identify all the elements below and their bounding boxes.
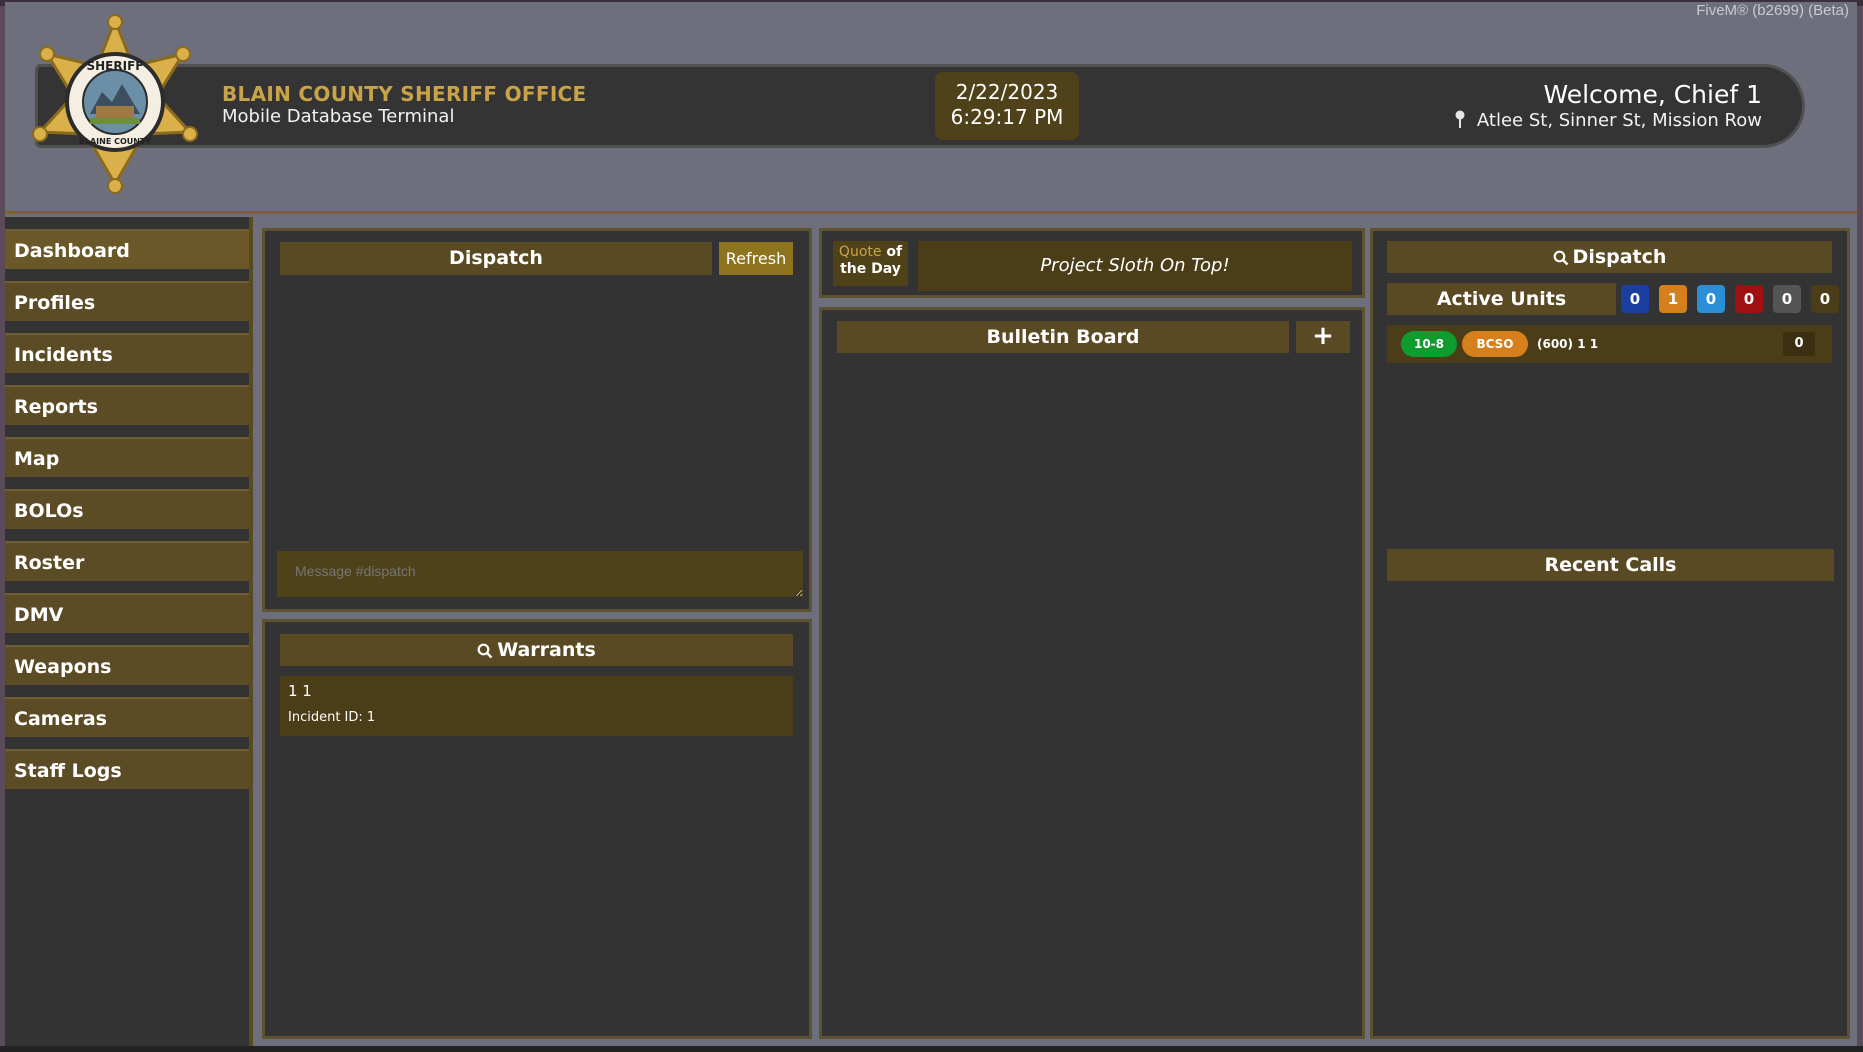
warrant-name: 1 1: [288, 682, 312, 700]
quote-label-quote: Quote: [838, 244, 882, 260]
quote-text: Project Sloth On Top!: [918, 241, 1352, 291]
refresh-button[interactable]: Refresh: [719, 242, 793, 275]
sidebar-item-staff-logs[interactable]: Staff Logs: [5, 749, 249, 789]
sidebar-item-dashboard[interactable]: Dashboard: [5, 229, 249, 269]
dispatch-title: Dispatch: [280, 242, 712, 275]
mdt-window: FiveM® (b2699) (Beta) SHERIFF BLAINE COU…: [5, 2, 1857, 1046]
sidebar-item-bolos[interactable]: BOLOs: [5, 489, 249, 529]
add-bulletin-button[interactable]: +: [1296, 321, 1350, 353]
warrants-panel: Warrants 1 1 Incident ID: 1: [262, 619, 812, 1039]
unit-count-badge: 0: [1697, 285, 1725, 313]
unit-call-count: 0: [1783, 332, 1815, 356]
unit-count-badge: 1: [1659, 285, 1687, 313]
sidebar-item-reports[interactable]: Reports: [5, 385, 249, 425]
dispatch-message-input[interactable]: [277, 551, 803, 597]
unit-count-badge: 0: [1811, 285, 1839, 313]
badge-top-text: SHERIFF: [87, 59, 144, 73]
location-text: Atlee St, Sinner St, Mission Row: [1476, 110, 1762, 131]
unit-count-badge: 0: [1621, 285, 1649, 313]
recent-calls-title: Recent Calls: [1387, 549, 1834, 581]
units-dispatch-title: Dispatch: [1387, 241, 1832, 273]
search-icon: [1553, 250, 1568, 265]
org-name: BLAIN COUNTY SHERIFF OFFICE: [222, 82, 587, 106]
sheriff-badge-logo: SHERIFF BLAINE COUNTY: [32, 14, 198, 194]
active-unit-row[interactable]: 10-8 BCSO (600) 1 1 0: [1387, 325, 1832, 363]
welcome-text: Welcome, Chief 1: [1543, 80, 1762, 109]
search-icon: [477, 643, 493, 658]
fivem-build-tag: FiveM® (b2699) (Beta): [1696, 2, 1849, 19]
quote-label-day: the Day: [840, 261, 901, 277]
quote-label-of: of: [886, 244, 903, 260]
quote-label: Quote of the Day: [833, 241, 908, 286]
current-date: 2/22/2023: [955, 80, 1059, 104]
dispatch-panel: Dispatch Refresh: [262, 228, 812, 612]
sidebar-item-profiles[interactable]: Profiles: [5, 281, 249, 321]
sidebar-item-weapons[interactable]: Weapons: [5, 645, 249, 685]
quote-panel: Quote of the Day Project Sloth On Top!: [819, 228, 1365, 298]
bulletin-board-title: Bulletin Board: [837, 321, 1289, 353]
units-dispatch-panel: Dispatch Active Units 0 1 0 0 0 0 10-8 B…: [1370, 228, 1850, 1039]
unit-name: (600) 1 1: [1537, 337, 1599, 351]
current-time: 6:29:17 PM: [950, 105, 1064, 129]
sidebar-item-cameras[interactable]: Cameras: [5, 697, 249, 737]
location-display: Atlee St, Sinner St, Mission Row: [1454, 110, 1762, 131]
location-pin-icon: [1454, 110, 1471, 131]
header-divider: [5, 211, 1857, 214]
unit-count-badge: 0: [1735, 285, 1763, 313]
sidebar-item-incidents[interactable]: Incidents: [5, 333, 249, 373]
badge-bottom-text: BLAINE COUNTY: [79, 137, 152, 146]
warrants-title: Warrants: [280, 634, 793, 666]
active-units-title: Active Units: [1387, 283, 1616, 315]
unit-count-badge: 0: [1773, 285, 1801, 313]
warrants-title-text: Warrants: [497, 639, 596, 661]
unit-department-pill: BCSO: [1462, 331, 1528, 357]
date-time-display: 2/22/2023 6:29:17 PM: [935, 72, 1079, 140]
warrant-incident-id: Incident ID: 1: [288, 710, 376, 725]
bulletin-board-panel: Bulletin Board +: [819, 307, 1365, 1039]
sidebar: Dashboard Profiles Incidents Reports Map…: [5, 217, 253, 1046]
desktop-background-bottom: [0, 1046, 1863, 1052]
org-subtitle: Mobile Database Terminal: [222, 106, 455, 127]
sidebar-item-roster[interactable]: Roster: [5, 541, 249, 581]
sidebar-item-dmv[interactable]: DMV: [5, 593, 249, 633]
warrant-card[interactable]: 1 1 Incident ID: 1: [280, 676, 793, 736]
unit-status-pill: 10-8: [1401, 331, 1457, 357]
units-dispatch-title-text: Dispatch: [1572, 246, 1667, 268]
sidebar-item-map[interactable]: Map: [5, 437, 249, 477]
